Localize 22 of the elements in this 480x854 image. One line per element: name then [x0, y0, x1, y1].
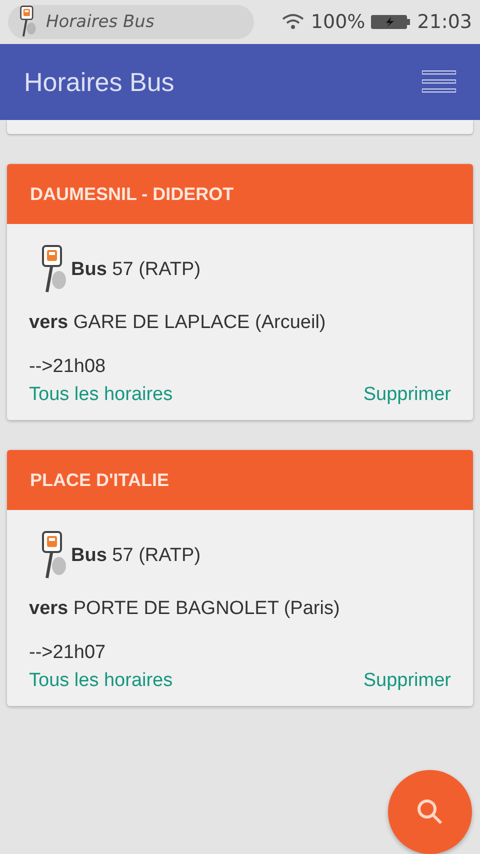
wifi-icon	[280, 13, 305, 31]
bus-line: Bus 57 (RATP)	[71, 545, 201, 567]
app-name: Horaires Bus	[46, 12, 154, 32]
all-times-link[interactable]: Tous les horaires	[29, 384, 173, 406]
clock: 21:03	[417, 11, 472, 33]
battery-icon	[371, 14, 412, 30]
direction-text: vers PORTE DE BAGNOLET (Paris)	[29, 598, 341, 620]
stop-name: DAUMESNIL - DIDEROT	[30, 184, 234, 204]
app-title: Horaires Bus	[24, 66, 174, 98]
next-departure: -->21h08	[29, 356, 107, 378]
bus-stop-icon	[18, 5, 38, 39]
battery-percent: 100%	[310, 11, 366, 33]
all-times-link[interactable]: Tous les horaires	[29, 670, 173, 692]
menu-icon	[422, 70, 456, 94]
search-button[interactable]	[388, 770, 472, 854]
direction-text: vers GARE DE LAPLACE (Arcueil)	[29, 312, 327, 334]
stop-name: PLACE D'ITALIE	[30, 470, 169, 490]
delete-link[interactable]: Supprimer	[363, 384, 451, 406]
search-icon	[416, 798, 444, 826]
bus-line: Bus 57 (RATP)	[71, 259, 201, 281]
delete-link[interactable]: Supprimer	[363, 670, 451, 692]
next-departure: -->21h07	[29, 642, 107, 664]
